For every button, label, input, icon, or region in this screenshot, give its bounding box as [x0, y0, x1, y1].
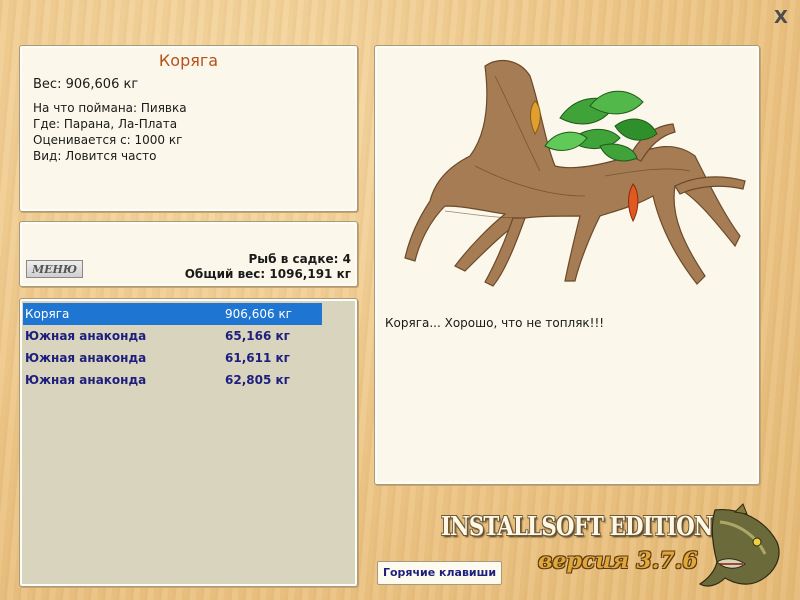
total-weight: Общий вес: 1096,191 кг [184, 267, 351, 281]
list-item[interactable]: Южная анаконда 61,611 кг [23, 347, 354, 369]
catch-location: Где: Парана, Ла-Плата [33, 117, 178, 131]
catch-bait: На что поймана: Пиявка [33, 101, 187, 115]
catch-title: Коряга [158, 51, 219, 70]
catch-message: Коряга... Хорошо, что не топляк!!! [385, 316, 605, 330]
pike-fish-icon [698, 503, 780, 587]
list-item-name: Южная анаконда [25, 373, 147, 387]
list-item-name: Южная анаконда [25, 351, 147, 365]
catch-kind: Вид: Ловится часто [33, 149, 157, 163]
list-item-weight: 65,166 кг [225, 329, 290, 343]
list-item[interactable]: Южная анаконда 62,805 кг [23, 369, 354, 391]
catch-info-panel: Коряга Вес: 906,606 кг На что поймана: П… [19, 45, 358, 212]
close-button[interactable]: X [771, 8, 791, 28]
catch-value: Оценивается с: 1000 кг [33, 133, 183, 147]
keepnet-summary-panel: МЕНЮ Рыб в садке: 4 Общий вес: 1096,191 … [19, 221, 358, 287]
list-item-weight: 61,611 кг [225, 351, 290, 365]
fish-count: Рыб в садке: 4 [248, 252, 352, 266]
menu-button[interactable]: МЕНЮ [26, 260, 83, 278]
list-item-name: Коряга [25, 307, 70, 321]
catch-list[interactable]: Коряга 906,606 кг Южная анаконда 65,166 … [19, 298, 358, 587]
list-item-selected[interactable]: Коряга 906,606 кг [23, 303, 322, 325]
close-icon: X [774, 7, 788, 28]
list-item-weight: 62,805 кг [225, 373, 290, 387]
hotkeys-button[interactable]: Горячие клавиши [377, 561, 502, 585]
catch-viewer-panel: Коряга... Хорошо, что не топляк!!! [374, 45, 760, 485]
catch-weight: Вес: 906,606 кг [33, 77, 139, 92]
driftwood-image [404, 59, 746, 287]
list-item[interactable]: Южная анаконда 65,166 кг [23, 325, 354, 347]
edition-logo-text: INSTALLSOFT EDITION [441, 512, 713, 542]
version-text: версия 3.7.6 [538, 548, 698, 574]
list-item-name: Южная анаконда [25, 329, 147, 343]
list-item-weight: 906,606 кг [225, 307, 292, 321]
